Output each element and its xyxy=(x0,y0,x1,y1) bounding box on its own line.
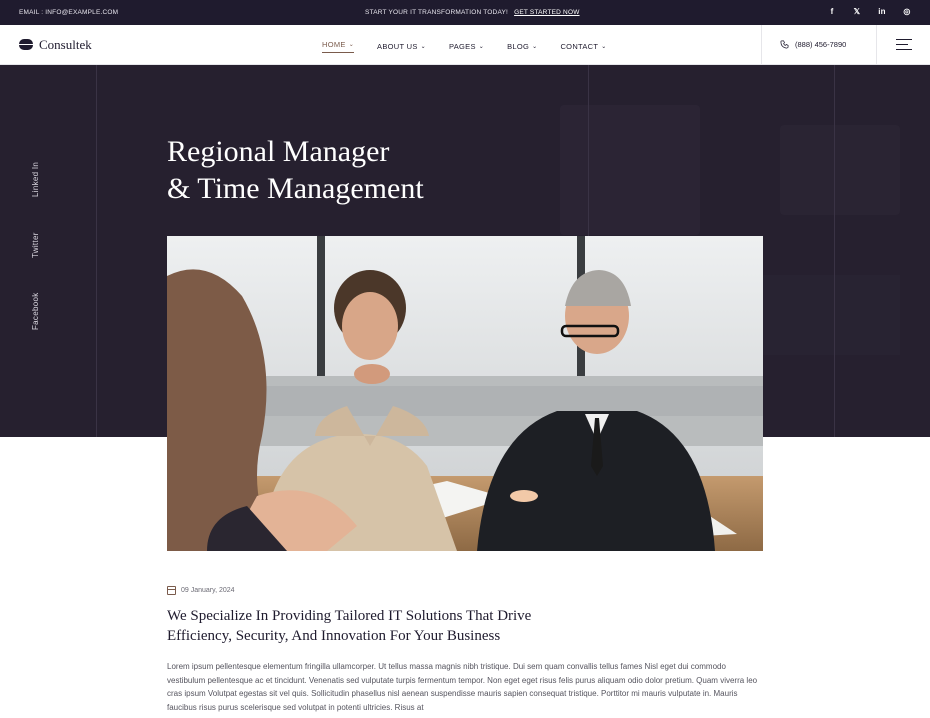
grid-line xyxy=(834,65,835,437)
phone-contact[interactable]: (888) 456-7890 xyxy=(780,40,846,49)
chevron-down-icon: ⌄ xyxy=(348,42,355,48)
nav-item-label: CONTACT xyxy=(560,42,599,51)
facebook-icon[interactable]: f xyxy=(827,7,837,16)
phone-number: (888) 456-7890 xyxy=(795,40,847,49)
social-links: f 𝕏 in ◎ xyxy=(827,7,912,16)
nav-item-home[interactable]: HOME ⌄ xyxy=(322,40,355,53)
nav-item-label: BLOG xyxy=(507,42,530,51)
main-navigation: Consultek HOME ⌄ ABOUT US ⌄ PAGES ⌄ BLOG… xyxy=(0,25,930,65)
chevron-down-icon: ⌄ xyxy=(532,44,538,50)
nav-item-contact[interactable]: CONTACT ⌄ xyxy=(560,40,606,53)
promo-banner: START YOUR IT TRANSFORMATION TODAY! GET … xyxy=(365,9,580,16)
chevron-down-icon: ⌄ xyxy=(420,44,426,50)
nav-item-about[interactable]: ABOUT US ⌄ xyxy=(377,40,426,53)
linkedin-icon[interactable]: in xyxy=(877,7,887,16)
nav-divider xyxy=(876,25,877,65)
top-bar: EMAIL : INFO@EXAMPLE.COM START YOUR IT T… xyxy=(0,0,930,25)
promo-text: START YOUR IT TRANSFORMATION TODAY! xyxy=(365,9,509,16)
social-vertical-twitter[interactable]: Twitter xyxy=(31,232,40,258)
nav-item-label: PAGES xyxy=(448,42,476,51)
chevron-down-icon: ⌄ xyxy=(478,44,485,50)
social-vertical-linkedin[interactable]: Linked In xyxy=(31,162,40,197)
post-body: Lorem ipsum pellentesque elementum fring… xyxy=(167,662,758,712)
logo-mark-icon xyxy=(19,39,33,51)
x-twitter-icon[interactable]: 𝕏 xyxy=(852,7,862,16)
logo-text: Consultek xyxy=(39,37,92,52)
nav-item-label: HOME xyxy=(322,40,346,49)
email-contact[interactable]: EMAIL : INFO@EXAMPLE.COM xyxy=(19,9,118,16)
page-title-line-1: Regional Manager xyxy=(167,135,390,168)
page-title-line-2: & Time Management xyxy=(167,172,424,205)
chevron-down-icon: ⌄ xyxy=(601,44,607,50)
background-shape xyxy=(780,125,900,215)
nav-menu: HOME ⌄ ABOUT US ⌄ PAGES ⌄ BLOG ⌄ CONTACT… xyxy=(322,40,630,53)
logo[interactable]: Consultek xyxy=(19,37,92,53)
get-started-link[interactable]: GET STARTED NOW xyxy=(514,9,579,16)
grid-line xyxy=(96,65,97,437)
nav-item-blog[interactable]: BLOG ⌄ xyxy=(507,40,537,53)
instagram-icon[interactable]: ◎ xyxy=(902,7,912,16)
nav-item-label: ABOUT US xyxy=(377,42,418,51)
post-date: 09 January, 2024 xyxy=(167,586,235,595)
post-date-text: 09 January, 2024 xyxy=(181,587,235,594)
meeting-photo xyxy=(167,236,763,551)
hamburger-menu-icon[interactable] xyxy=(896,39,912,54)
phone-icon xyxy=(780,40,789,49)
background-shape xyxy=(560,105,700,235)
nav-item-pages[interactable]: PAGES ⌄ xyxy=(449,40,484,53)
featured-image xyxy=(167,236,763,551)
post-headline: We Specialize In Providing Tailored IT S… xyxy=(167,608,532,644)
page-title: Regional Manager & Time Management xyxy=(167,133,424,207)
calendar-icon xyxy=(167,586,176,595)
social-vertical-facebook[interactable]: Facebook xyxy=(31,292,40,330)
nav-divider xyxy=(761,25,762,65)
